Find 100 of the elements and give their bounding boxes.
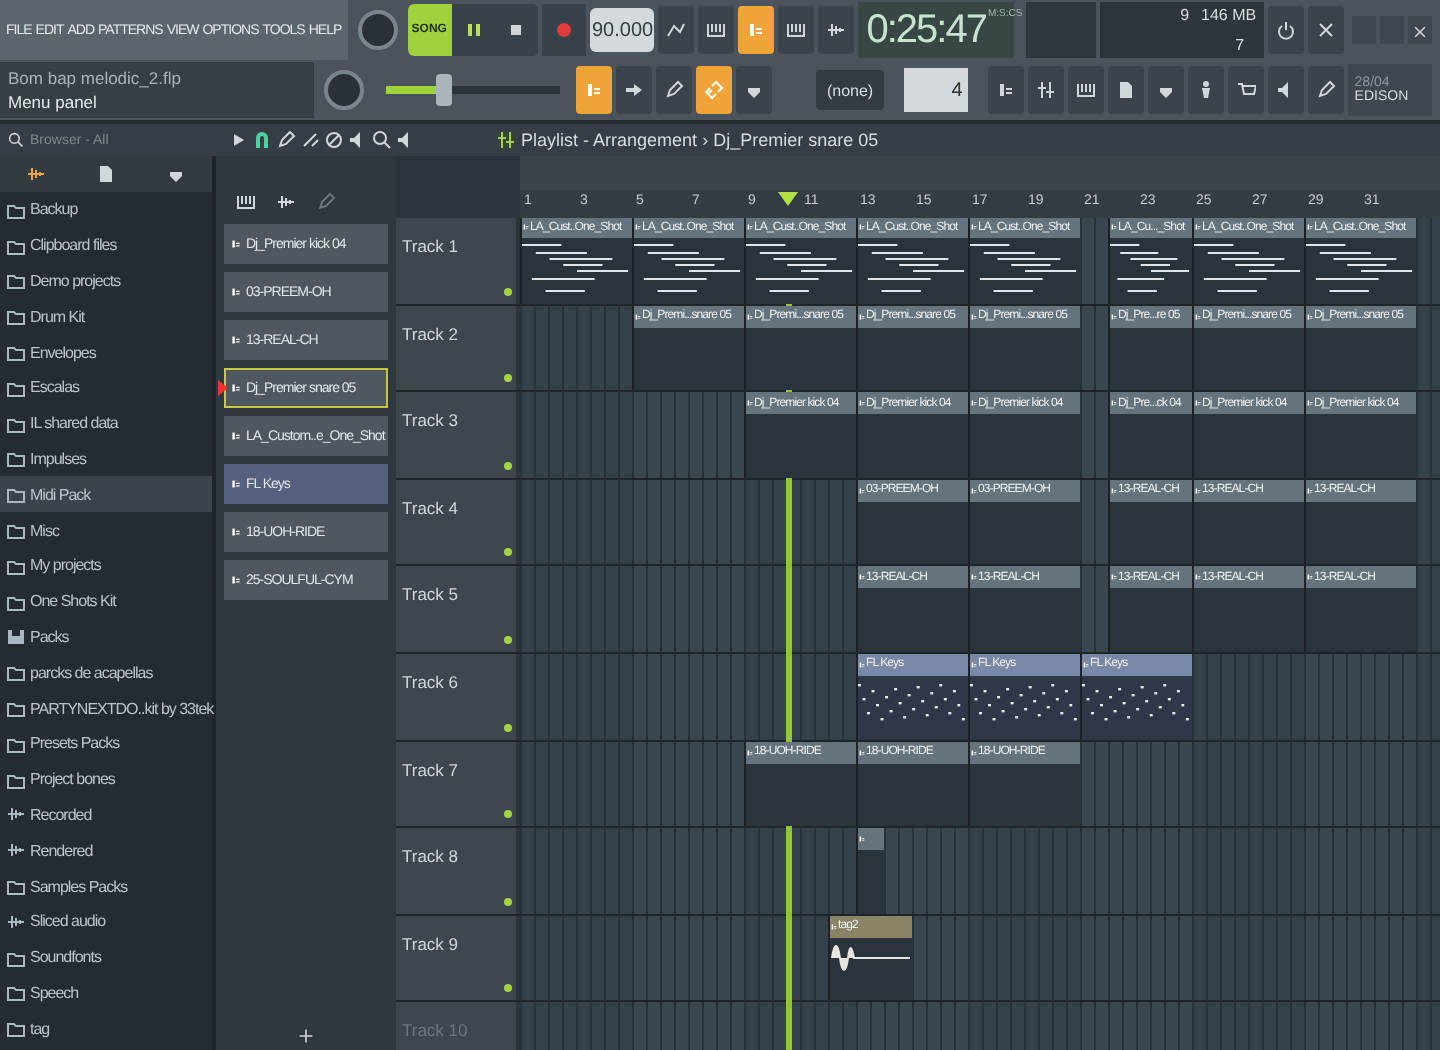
piano-button[interactable]: [1068, 66, 1105, 114]
track-led-icon[interactable]: [504, 897, 512, 906]
person-button[interactable]: [1188, 66, 1225, 114]
tempo-field[interactable]: 90.000: [590, 8, 655, 52]
folder-icon: [6, 306, 26, 327]
speaker-button[interactable]: [1268, 66, 1305, 114]
link-button[interactable]: [696, 66, 733, 114]
browser-item[interactable]: Soundfonts: [0, 939, 212, 976]
pencil-button[interactable]: [656, 66, 693, 114]
track-name: Track 7: [402, 759, 459, 780]
track-led-icon[interactable]: [504, 548, 512, 557]
playlist-clip[interactable]: [856, 828, 884, 914]
browser-item[interactable]: PARTYNEXTDO..kit by 33tek: [0, 690, 212, 726]
browser-item[interactable]: Packs: [0, 619, 212, 655]
pause-button[interactable]: [451, 4, 495, 56]
browser-item[interactable]: My projects: [0, 547, 212, 584]
folder-icon: [6, 377, 26, 398]
track-header[interactable]: Track 6: [396, 653, 516, 740]
browser-item[interactable]: Impulses: [0, 441, 212, 477]
plus-icon: [298, 1028, 314, 1044]
track-header[interactable]: Track 2: [396, 305, 516, 391]
track-name: Track 4: [402, 497, 459, 518]
browser-item[interactable]: Drum Kit: [0, 298, 212, 335]
folder-icon: [6, 876, 26, 897]
overview-scrollbar[interactable]: [520, 156, 1440, 190]
power-button[interactable]: [1268, 6, 1305, 54]
volume-knob[interactable]: [357, 10, 398, 50]
link-icon: [704, 80, 725, 100]
pattern-icon: [746, 220, 754, 235]
track-header[interactable]: Track 5: [396, 566, 516, 652]
track-led-icon[interactable]: [504, 984, 512, 993]
track-header[interactable]: Track 7: [396, 741, 516, 827]
track-header[interactable]: Track 1: [396, 218, 516, 304]
file-icon: [95, 164, 116, 184]
snap-button[interactable]: [576, 66, 613, 114]
track-led-icon[interactable]: [504, 461, 512, 470]
browser-item[interactable]: Project bones: [0, 761, 212, 798]
mixer-button[interactable]: [1028, 66, 1065, 114]
power-icon: [1276, 20, 1297, 40]
pencil-button[interactable]: [1308, 66, 1345, 114]
playlist-title: Playlist - Arrangement › Dj_Premier snare 05: [519, 130, 879, 150]
browser-item[interactable]: IL shared data: [0, 405, 212, 442]
pitch-knob[interactable]: [324, 70, 365, 110]
track-led-icon[interactable]: [504, 287, 512, 296]
pattern-icon: [746, 20, 767, 40]
browser-item[interactable]: Demo projects: [0, 263, 212, 299]
browser-item[interactable]: Speech: [0, 975, 212, 1011]
slider-thumb[interactable]: [436, 74, 453, 106]
folder-icon: [6, 555, 26, 576]
pattern-icon: [1110, 396, 1118, 411]
browser-item[interactable]: Clipboard files: [0, 227, 212, 264]
cart-icon: [1236, 80, 1257, 100]
pattern-button[interactable]: [988, 66, 1025, 114]
metronome-button[interactable]: [658, 6, 695, 54]
close-button[interactable]: [1408, 16, 1432, 44]
pattern-icon: [584, 80, 605, 100]
track-header[interactable]: Track 3: [396, 392, 516, 478]
pattern-icon: [230, 524, 242, 540]
project-file-name: Bom bap melodic_2.flp: [8, 68, 183, 88]
file-button[interactable]: [1108, 66, 1145, 114]
browser-item[interactable]: Envelopes: [0, 334, 212, 370]
browser-item[interactable]: Presets Packs: [0, 725, 212, 762]
track-lane[interactable]: [520, 828, 1440, 914]
track-led-icon[interactable]: [504, 723, 512, 732]
browser-item[interactable]: tag: [0, 1010, 212, 1047]
arrow-button[interactable]: [616, 66, 653, 114]
pattern-number-field[interactable]: 4: [904, 68, 969, 112]
track-header[interactable]: Track 8: [396, 828, 516, 914]
folder-icon: [6, 733, 26, 754]
folder-icon: [6, 520, 26, 541]
track-header[interactable]: Track 9: [396, 915, 516, 1001]
browser-item[interactable]: parcks de acapellas: [0, 654, 212, 691]
stop-button[interactable]: [495, 4, 539, 56]
browser-item[interactable]: Escalas: [0, 369, 212, 406]
track-name: Track 2: [402, 323, 459, 344]
pattern-icon: [1306, 220, 1314, 235]
track-led-icon[interactable]: [504, 810, 512, 819]
browser-item[interactable]: Backup: [0, 192, 212, 228]
track-led-icon[interactable]: [504, 635, 512, 644]
folder-icon: [6, 982, 26, 1003]
browser-item[interactable]: Sliced audio: [0, 903, 212, 940]
pattern-icon: [230, 428, 242, 444]
record-icon: [554, 20, 575, 40]
pattern-icon: [634, 309, 642, 324]
pattern-icon: [1082, 657, 1090, 672]
pattern-dropdown[interactable]: (none): [816, 70, 885, 110]
browser-item[interactable]: Misc: [0, 512, 212, 548]
browser-item[interactable]: Midi Pack: [0, 476, 212, 513]
cart-button[interactable]: [1228, 66, 1265, 114]
track-name: Track 3: [402, 410, 459, 431]
pattern-icon: [830, 919, 838, 934]
magnet-icon: [252, 130, 272, 150]
step-edit-button[interactable]: [698, 6, 735, 54]
piano-icon: [236, 192, 256, 212]
browser-item[interactable]: Samples Packs: [0, 868, 212, 904]
track-header[interactable]: Track 4: [396, 479, 516, 565]
browser-item[interactable]: One Shots Kit: [0, 583, 212, 620]
browser-item[interactable]: Recorded: [0, 797, 212, 833]
track-led-icon[interactable]: [504, 374, 512, 383]
browser-item[interactable]: Rendered: [0, 832, 212, 869]
